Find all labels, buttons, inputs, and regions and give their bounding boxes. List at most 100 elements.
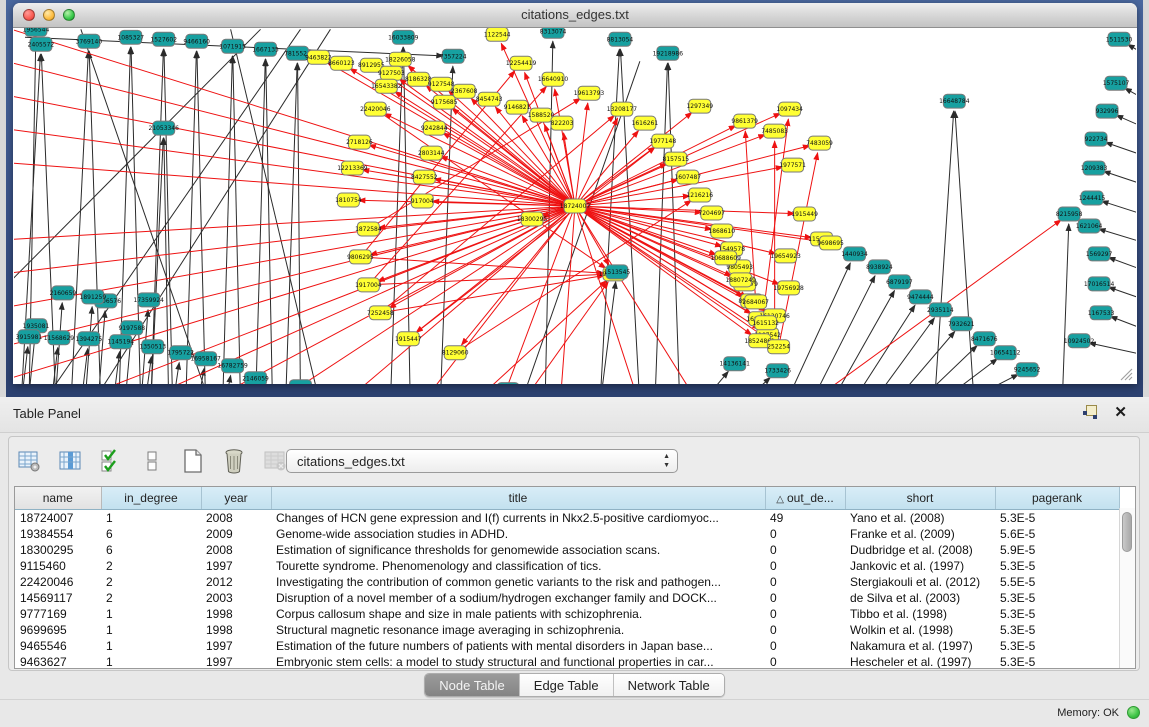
graph-node[interactable]: 1297349: [686, 99, 713, 113]
table-cell[interactable]: 0: [765, 622, 845, 638]
table-cell[interactable]: 5.3E-5: [995, 510, 1119, 527]
graph-node[interactable]: 18226058: [385, 52, 416, 66]
table-cell[interactable]: 2: [101, 558, 201, 574]
table-cell[interactable]: 1: [101, 606, 201, 622]
graph-node[interactable]: 9698695: [817, 236, 844, 250]
graph-node[interactable]: 1977148: [650, 134, 677, 148]
graph-node[interactable]: 1511530: [1106, 32, 1133, 46]
graph-node[interactable]: 10654112: [990, 346, 1021, 360]
graph-node[interactable]: 7357224: [440, 49, 467, 63]
graph-node[interactable]: 9197588: [118, 321, 145, 335]
table-cell[interactable]: 1998: [201, 606, 271, 622]
graph-node[interactable]: 11568629: [44, 331, 75, 345]
graph-node[interactable]: 1616261: [632, 116, 659, 130]
graph-node[interactable]: 1621064: [1076, 219, 1103, 233]
table-cell[interactable]: Franke et al. (2009): [845, 526, 995, 542]
graph-node[interactable]: 12254419: [506, 56, 537, 70]
table-row[interactable]: 977716911998Corpus callosum shape and si…: [15, 606, 1119, 622]
table-header-row[interactable]: namein_degreeyeartitle△out_de...shortpag…: [15, 487, 1119, 510]
table-cell[interactable]: 1998: [201, 622, 271, 638]
graph-node[interactable]: 9806295: [347, 250, 374, 264]
close-panel-icon[interactable]: ✕: [1114, 405, 1127, 420]
table-row[interactable]: 1830029562008Estimation of significance …: [15, 542, 1119, 558]
graph-node[interactable]: 21053346: [149, 121, 180, 135]
column-header-out_de[interactable]: △out_de...: [765, 487, 845, 510]
graph-node[interactable]: 18300295: [517, 212, 548, 226]
graph-node[interactable]: 917004: [411, 194, 434, 208]
graph-node[interactable]: 7932621: [948, 317, 975, 331]
graph-node[interactable]: 17016514: [1084, 277, 1115, 291]
table-cell[interactable]: 2: [101, 574, 201, 590]
table-cell[interactable]: Tibbo et al. (1998): [845, 606, 995, 622]
table-cell[interactable]: Jankovic et al. (1997): [845, 558, 995, 574]
table-cell[interactable]: 19384554: [15, 526, 101, 542]
graph-node[interactable]: 1868610: [708, 224, 735, 238]
graph-node[interactable]: 1097434: [776, 102, 803, 116]
graph-node[interactable]: 1956544: [23, 28, 50, 36]
table-source-select[interactable]: citations_edges.txt ▲▼: [286, 449, 678, 473]
graph-node[interactable]: 8938924: [866, 260, 893, 274]
table-cell[interactable]: 2008: [201, 542, 271, 558]
table-options-icon[interactable]: [14, 446, 44, 476]
table-cell[interactable]: 5.3E-5: [995, 654, 1119, 669]
graph-node[interactable]: 1575107: [1103, 76, 1130, 90]
graph-node[interactable]: 16543382: [371, 79, 402, 93]
tab-node-table[interactable]: Node Table: [425, 674, 520, 696]
table-cell[interactable]: 2009: [201, 526, 271, 542]
graph-node[interactable]: 6879197: [886, 275, 913, 289]
table-row[interactable]: 969969511998Structural magnetic resonanc…: [15, 622, 1119, 638]
graph-node[interactable]: 8471676: [971, 332, 998, 346]
graph-node[interactable]: 1216216: [686, 188, 713, 202]
graph-node[interactable]: 8813054: [607, 32, 634, 46]
table-cell[interactable]: Tourette syndrome. Phenomenology and cla…: [271, 558, 765, 574]
table-scrollbar[interactable]: [1119, 508, 1135, 668]
table-row[interactable]: 946554611997Estimation of the future num…: [15, 638, 1119, 654]
graph-node[interactable]: 1167533: [1088, 306, 1115, 320]
table-cell[interactable]: 0: [765, 526, 845, 542]
memory-ok-icon[interactable]: [1127, 706, 1140, 719]
graph-node[interactable]: 22420046: [360, 102, 391, 116]
table-cell[interactable]: 9777169: [15, 606, 101, 622]
table-cell[interactable]: Estimation of significance thresholds fo…: [271, 542, 765, 558]
graph-node[interactable]: 19654923: [770, 249, 801, 263]
table-cell[interactable]: 22420046: [15, 574, 101, 590]
graph-node[interactable]: 8215958: [1056, 207, 1083, 221]
table-scrollbar-thumb[interactable]: [1122, 512, 1132, 552]
table-row[interactable]: 946362711997Embryonic stem cells: a mode…: [15, 654, 1119, 669]
graph-node[interactable]: 1244415: [1079, 191, 1106, 205]
table-cell[interactable]: 5.9E-5: [995, 542, 1119, 558]
table-row[interactable]: 2242004622012Investigating the contribut…: [15, 574, 1119, 590]
table-cell[interactable]: 1: [101, 510, 201, 527]
table-cell[interactable]: Embryonic stem cells: a model to study s…: [271, 654, 765, 669]
graph-node[interactable]: 1350513: [139, 340, 166, 354]
table-cell[interactable]: 0: [765, 654, 845, 669]
table-cell[interactable]: Nakamura et al. (1997): [845, 638, 995, 654]
graph-node[interactable]: 1872584: [355, 222, 382, 236]
graph-node[interactable]: 16640910: [538, 72, 569, 86]
graph-node[interactable]: 7204697: [698, 206, 725, 220]
citation-graph[interactable]: 1872400718300295193845542405572376914010…: [14, 28, 1136, 384]
graph-node[interactable]: 1145194: [108, 335, 135, 349]
graph-node[interactable]: 9861379: [731, 114, 758, 128]
show-columns-icon[interactable]: [55, 446, 85, 476]
resize-grip-icon[interactable]: [1120, 368, 1133, 381]
float-panel-icon[interactable]: [1083, 405, 1098, 420]
graph-node[interactable]: 9146821: [504, 100, 531, 114]
table-cell[interactable]: 9463627: [15, 654, 101, 669]
graph-node[interactable]: 7485083: [761, 124, 788, 138]
graph-node[interactable]: 2684067: [742, 295, 769, 309]
column-header-short[interactable]: short: [845, 487, 995, 510]
graph-node[interactable]: 2405572: [28, 37, 55, 51]
graph-node[interactable]: 17359924: [134, 293, 165, 307]
graph-node[interactable]: 9127503: [378, 66, 405, 80]
graph-node[interactable]: 9175685: [431, 95, 458, 109]
graph-node[interactable]: 2160659: [50, 286, 77, 300]
table-cell[interactable]: 5.6E-5: [995, 526, 1119, 542]
graph-node[interactable]: 932996: [1096, 104, 1119, 118]
graph-node[interactable]: 2367608: [451, 84, 478, 98]
graph-node[interactable]: 1810754: [335, 193, 362, 207]
tab-network-table[interactable]: Network Table: [614, 674, 724, 696]
graph-node[interactable]: 8313074: [540, 28, 567, 38]
table-cell[interactable]: Structural magnetic resonance image aver…: [271, 622, 765, 638]
table-cell[interactable]: Changes of HCN gene expression and I(f) …: [271, 510, 765, 527]
